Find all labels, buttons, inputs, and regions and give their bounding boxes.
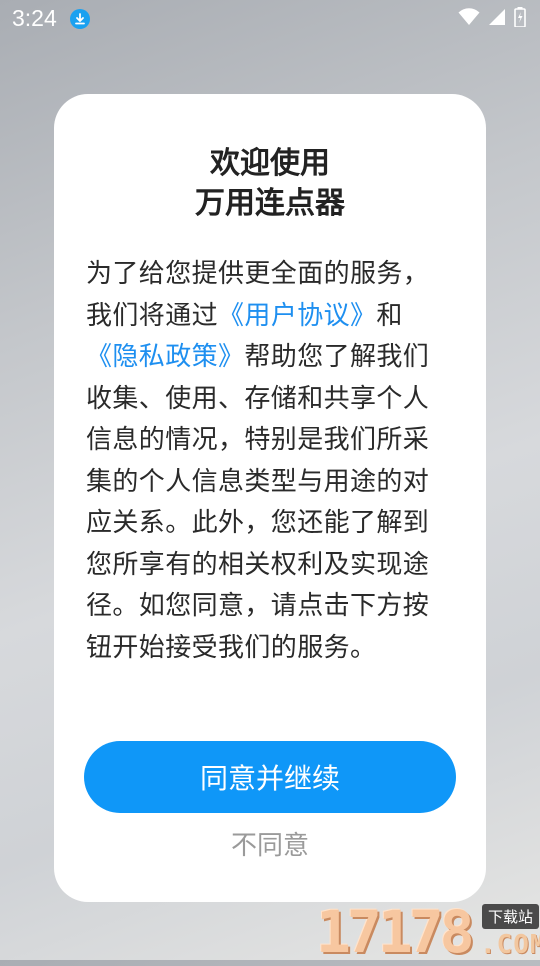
- dialog-title-line2: 万用连点器: [195, 186, 345, 221]
- user-agreement-link[interactable]: 《用户协议》: [218, 301, 376, 331]
- watermark-suffix: .COM: [480, 930, 540, 960]
- status-time: 3:24: [12, 5, 57, 31]
- dialog-message: 为了给您提供更全面的服务，我们将通过《用户协议》和《隐私政策》帮助您了解我们收集…: [86, 254, 446, 669]
- download-icon: [70, 9, 90, 29]
- battery-icon: [514, 7, 526, 27]
- message-text-and: 和: [376, 300, 403, 331]
- dialog-title-line1: 欢迎使用: [210, 146, 330, 181]
- watermark-logo: 17178 下载站 .COM: [316, 898, 540, 966]
- status-icons: [458, 7, 526, 27]
- disagree-button[interactable]: 不同意: [54, 824, 486, 868]
- signal-icon: [489, 9, 505, 25]
- watermark-tag: 下载站: [482, 904, 540, 929]
- wifi-icon: [458, 8, 480, 25]
- agree-button[interactable]: 同意并继续: [84, 741, 456, 813]
- status-bar: 3:24: [0, 0, 540, 38]
- message-text-part2: 帮助您了解我们收集、使用、存储和共享个人信息的情况，特别是我们所采集的个人信息类…: [86, 342, 430, 663]
- privacy-dialog: 欢迎使用 万用连点器 为了给您提供更全面的服务，我们将通过《用户协议》和《隐私政…: [54, 94, 486, 902]
- dialog-title: 欢迎使用 万用连点器: [54, 144, 486, 224]
- privacy-policy-link[interactable]: 《隐私政策》: [86, 342, 244, 372]
- watermark-number: 17178: [316, 898, 475, 966]
